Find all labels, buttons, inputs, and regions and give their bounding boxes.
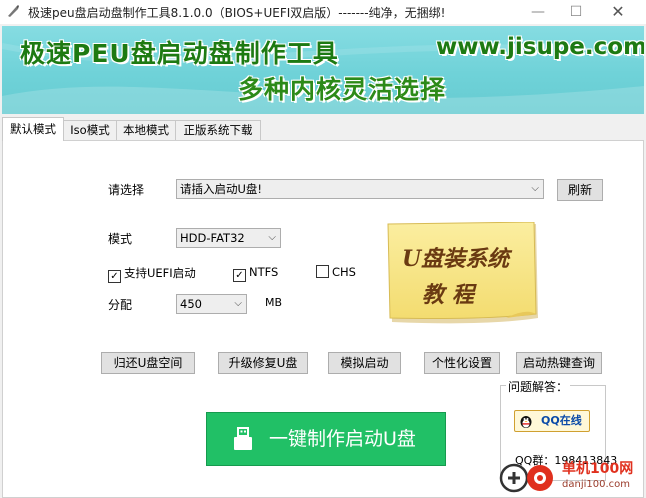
mode-label: 模式 — [108, 232, 133, 246]
close-button[interactable]: ✕ — [600, 0, 636, 24]
banner-slogan: 多种内核灵活选择 — [238, 75, 447, 104]
partition-label: 分配 — [108, 298, 133, 312]
tutorial-note-line1: U盘装系统 — [402, 246, 513, 272]
banner-url: www.jisupe.com — [436, 34, 644, 60]
app-icon — [8, 5, 19, 17]
usb-drive-icon — [234, 427, 252, 450]
qa-title: 问题解答： — [506, 378, 571, 395]
boot-hotkey-lookup-button[interactable]: 启动热键查询 — [516, 352, 602, 374]
watermark-text: 单机100网 danji100.com — [562, 458, 633, 490]
select-label: 请选择 — [108, 183, 145, 197]
chs-checkbox[interactable]: CHS — [316, 265, 356, 279]
upgrade-repair-usb-button[interactable]: 升级修复U盘 — [218, 352, 308, 374]
ntfs-checkbox[interactable]: ✓ NTFS — [233, 265, 279, 282]
uefi-checkbox[interactable]: ✓ 支持UEFI启动 — [108, 265, 196, 283]
refresh-button[interactable]: 刷新 — [557, 179, 603, 201]
watermark-site-name: 单机100网 — [562, 461, 634, 477]
uefi-checkbox-label: 支持UEFI启动 — [124, 266, 196, 280]
tab-default-mode[interactable]: 默认模式 — [2, 117, 64, 141]
usb-drive-select[interactable]: 请插入启动U盘! ⌵ — [176, 179, 544, 199]
maximize-button[interactable]: ☐ — [558, 0, 594, 24]
checkbox-unchecked-icon — [316, 265, 329, 278]
restore-usb-space-button[interactable]: 归还U盘空间 — [101, 352, 195, 374]
partition-size-value: 450 — [180, 297, 202, 311]
chs-checkbox-label: CHS — [332, 265, 356, 279]
watermark-logo — [499, 463, 553, 493]
chevron-down-icon: ⌵ — [234, 298, 242, 309]
tutorial-note-line2: 教程 — [422, 282, 482, 308]
ntfs-checkbox-label: NTFS — [249, 265, 279, 279]
banner: 极速PEU盘启动盘制作工具 www.jisupe.com 多种内核灵活选择 — [2, 26, 644, 114]
usb-install-tutorial-note[interactable]: U盘装系统 教程 — [386, 222, 542, 328]
chevron-down-icon: ⌵ — [268, 232, 276, 243]
usb-drive-select-value: 请插入启动U盘! — [180, 182, 263, 196]
qq-penguin-icon — [520, 416, 532, 428]
chevron-down-icon: ⌵ — [531, 183, 539, 194]
simulate-boot-button[interactable]: 模拟启动 — [328, 352, 401, 374]
mode-select-value: HDD-FAT32 — [180, 231, 245, 245]
partition-size-select[interactable]: 450 ⌵ — [176, 294, 247, 314]
window-title: 极速peu盘启动盘制作工具8.1.0.0（BIOS+UEFI双启版）------… — [28, 6, 446, 20]
watermark-site-url: danji100.com — [562, 479, 630, 490]
tab-local-mode[interactable]: 本地模式 — [116, 120, 176, 140]
tab-iso-mode[interactable]: Iso模式 — [63, 120, 117, 140]
mode-select[interactable]: HDD-FAT32 ⌵ — [176, 228, 281, 248]
personalize-settings-button[interactable]: 个性化设置 — [424, 352, 500, 374]
tab-genuine-system-download[interactable]: 正版系统下载 — [175, 120, 261, 140]
checkbox-checked-icon: ✓ — [108, 270, 121, 283]
checkbox-checked-icon: ✓ — [233, 269, 246, 282]
partition-unit-label: MB — [265, 296, 283, 309]
banner-title: 极速PEU盘启动盘制作工具 — [20, 39, 339, 68]
minimize-button[interactable]: — — [520, 0, 556, 24]
